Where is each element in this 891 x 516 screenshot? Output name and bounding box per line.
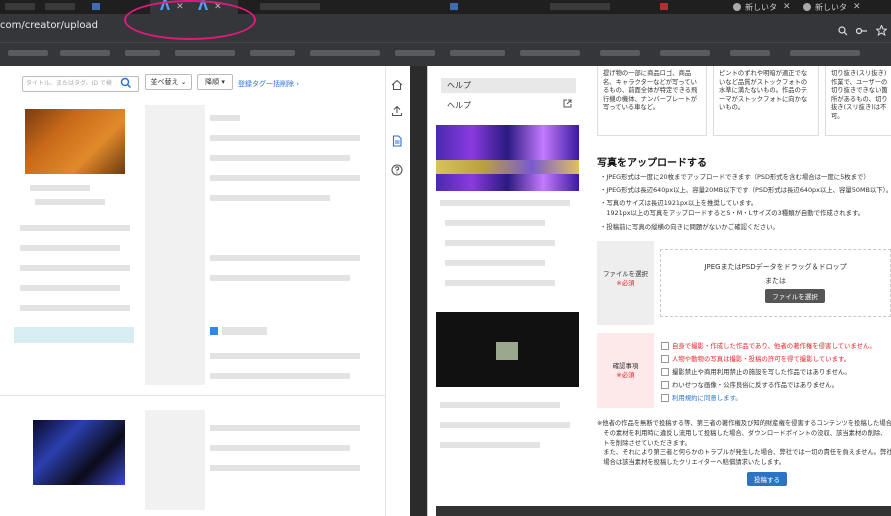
upload-rule: ・JPEG形式は長辺640px以上、容量20MB以下です（PSD形式は長辺640… bbox=[600, 186, 891, 194]
clear-tags-link[interactable]: 登録タグ一括削除 › bbox=[238, 79, 299, 89]
globe-icon bbox=[803, 3, 811, 11]
key-icon[interactable] bbox=[856, 27, 868, 35]
file-label-text: ファイルを選択 bbox=[603, 270, 648, 278]
window-divider bbox=[410, 66, 427, 516]
asset-list bbox=[0, 95, 385, 516]
help-link[interactable]: ヘルプ bbox=[447, 100, 471, 111]
confirm-checkbox-3[interactable] bbox=[661, 368, 669, 376]
tab-new-2[interactable]: 新しいタ ✕ bbox=[803, 0, 861, 14]
upload-rule: 1921px以上の写真をアップロードするとS・M・Lサイズの3種類が自動で作成さ… bbox=[600, 209, 865, 217]
asset-thumbnail[interactable] bbox=[25, 109, 125, 174]
confirm-checkbox-4[interactable] bbox=[661, 381, 669, 389]
order-select[interactable]: 降順 ▾ bbox=[197, 74, 233, 90]
confirm-text: わいせつな画像・公序良俗に反する作品ではありません。 bbox=[672, 381, 838, 389]
dropzone-text: JPEGまたはPSDデータをドラッグ＆ドロップ bbox=[704, 263, 847, 271]
dropzone-or: または bbox=[765, 277, 786, 285]
bookmark-star-icon[interactable] bbox=[876, 25, 887, 36]
asset-thumbnail[interactable] bbox=[33, 420, 125, 485]
help-icon[interactable] bbox=[391, 164, 403, 176]
guideline-card: 提げ物の一部に商品ロゴ、商品名、キャラクターなどが写っているもの、前面全体が特定… bbox=[597, 66, 707, 136]
search-icon[interactable] bbox=[119, 77, 133, 89]
zoom-icon[interactable] bbox=[838, 26, 848, 36]
help-header: ヘルプ bbox=[441, 78, 576, 93]
tab-new-1[interactable]: 新しいタ ✕ bbox=[733, 0, 791, 14]
tab-close-icon[interactable]: ✕ bbox=[783, 2, 791, 12]
tab-label: 新しいタ bbox=[815, 2, 847, 12]
choose-file-button[interactable]: ファイルを選択 bbox=[765, 289, 825, 303]
confirm-text: 撮影禁止や商用利用禁止の施設を写した作品ではありません。 bbox=[672, 368, 851, 376]
tab-close-icon[interactable]: ✕ bbox=[853, 2, 861, 12]
confirm-checkbox-2[interactable] bbox=[661, 355, 669, 363]
notice-text: ※他者の作品を無断で投稿する等、第三者の著作権及び知的財産権を侵害するコンテンツ… bbox=[597, 420, 891, 427]
help-thumbnail[interactable] bbox=[436, 125, 579, 191]
guideline-card: ピントのずれや明暗が適正でないなど品質がストックフォトの水準に満たないもの。作品… bbox=[713, 66, 819, 136]
confirm-text: 自身で撮影・作成した作品であり、他者の著作権を侵害していません。 bbox=[672, 342, 876, 350]
submit-button[interactable]: 投稿する bbox=[747, 472, 787, 486]
external-link-icon[interactable] bbox=[563, 99, 572, 108]
notice-text: 場合は該当素材を投稿したクリエイターへ賠償請求いたします。 bbox=[597, 459, 786, 466]
url-text[interactable]: com/creator/upload bbox=[0, 20, 98, 31]
confirm-label: 確認事項 ※必須 bbox=[597, 333, 654, 408]
confirm-text: 人物や動物の写真は撮影・投稿の許可を得て撮影しています。 bbox=[672, 355, 851, 363]
terms-link[interactable]: 利用規約に同意します。 bbox=[672, 393, 742, 402]
notice-text: トを削除させていただきます。 bbox=[597, 440, 691, 447]
annotation-ellipse bbox=[124, 0, 256, 40]
side-rail bbox=[385, 66, 412, 516]
file-select-label: ファイルを選択 ※必須 bbox=[597, 241, 654, 325]
sort-select[interactable]: 並べ替え ⌄ bbox=[145, 74, 192, 90]
guideline-card: 切り抜き(スリ抜き)作業で、ユーザーの切り抜きできない箇所があるもの、切り抜き(… bbox=[825, 66, 891, 136]
globe-icon bbox=[733, 3, 741, 11]
blurred-tabs-right bbox=[250, 3, 720, 11]
notice-text: また、それにより第三者と何らかのトラブルが発生した場合、弊社では一切の責任を負え… bbox=[597, 449, 891, 456]
tab-label: 新しいタ bbox=[745, 2, 777, 12]
selected-row[interactable] bbox=[14, 327, 134, 343]
confirm-checkbox-1[interactable] bbox=[661, 342, 669, 350]
blurred-tabs bbox=[0, 3, 120, 11]
upload-heading: 写真をアップロードする bbox=[597, 158, 707, 169]
required-mark: ※必須 bbox=[616, 371, 635, 379]
search-placeholder: タイトル、またはタグ、ID で検 bbox=[26, 80, 112, 87]
confirm-label-text: 確認事項 bbox=[612, 362, 639, 370]
home-icon[interactable] bbox=[391, 79, 403, 91]
required-mark: ※必須 bbox=[616, 279, 635, 287]
upload-rule: ・投稿前に写真の縦横の向きに問題がないかご確認ください。 bbox=[600, 223, 779, 231]
status-strip bbox=[436, 506, 891, 516]
confirm-checkbox-5[interactable] bbox=[661, 394, 669, 402]
upload-icon[interactable] bbox=[391, 105, 403, 117]
document-icon[interactable] bbox=[391, 135, 403, 147]
upload-rule: ・写真のサイズは長辺1921px以上を推奨しています。 bbox=[600, 199, 758, 207]
upload-rule: ・JPEG形式は一度に20枚までアップロードできます（PSD形式を含む場合は一度… bbox=[600, 173, 870, 181]
notice-text: その素材を利用時に違反し流用して投稿した場合、ダウンロードポイントの没収、該当素… bbox=[597, 430, 887, 437]
